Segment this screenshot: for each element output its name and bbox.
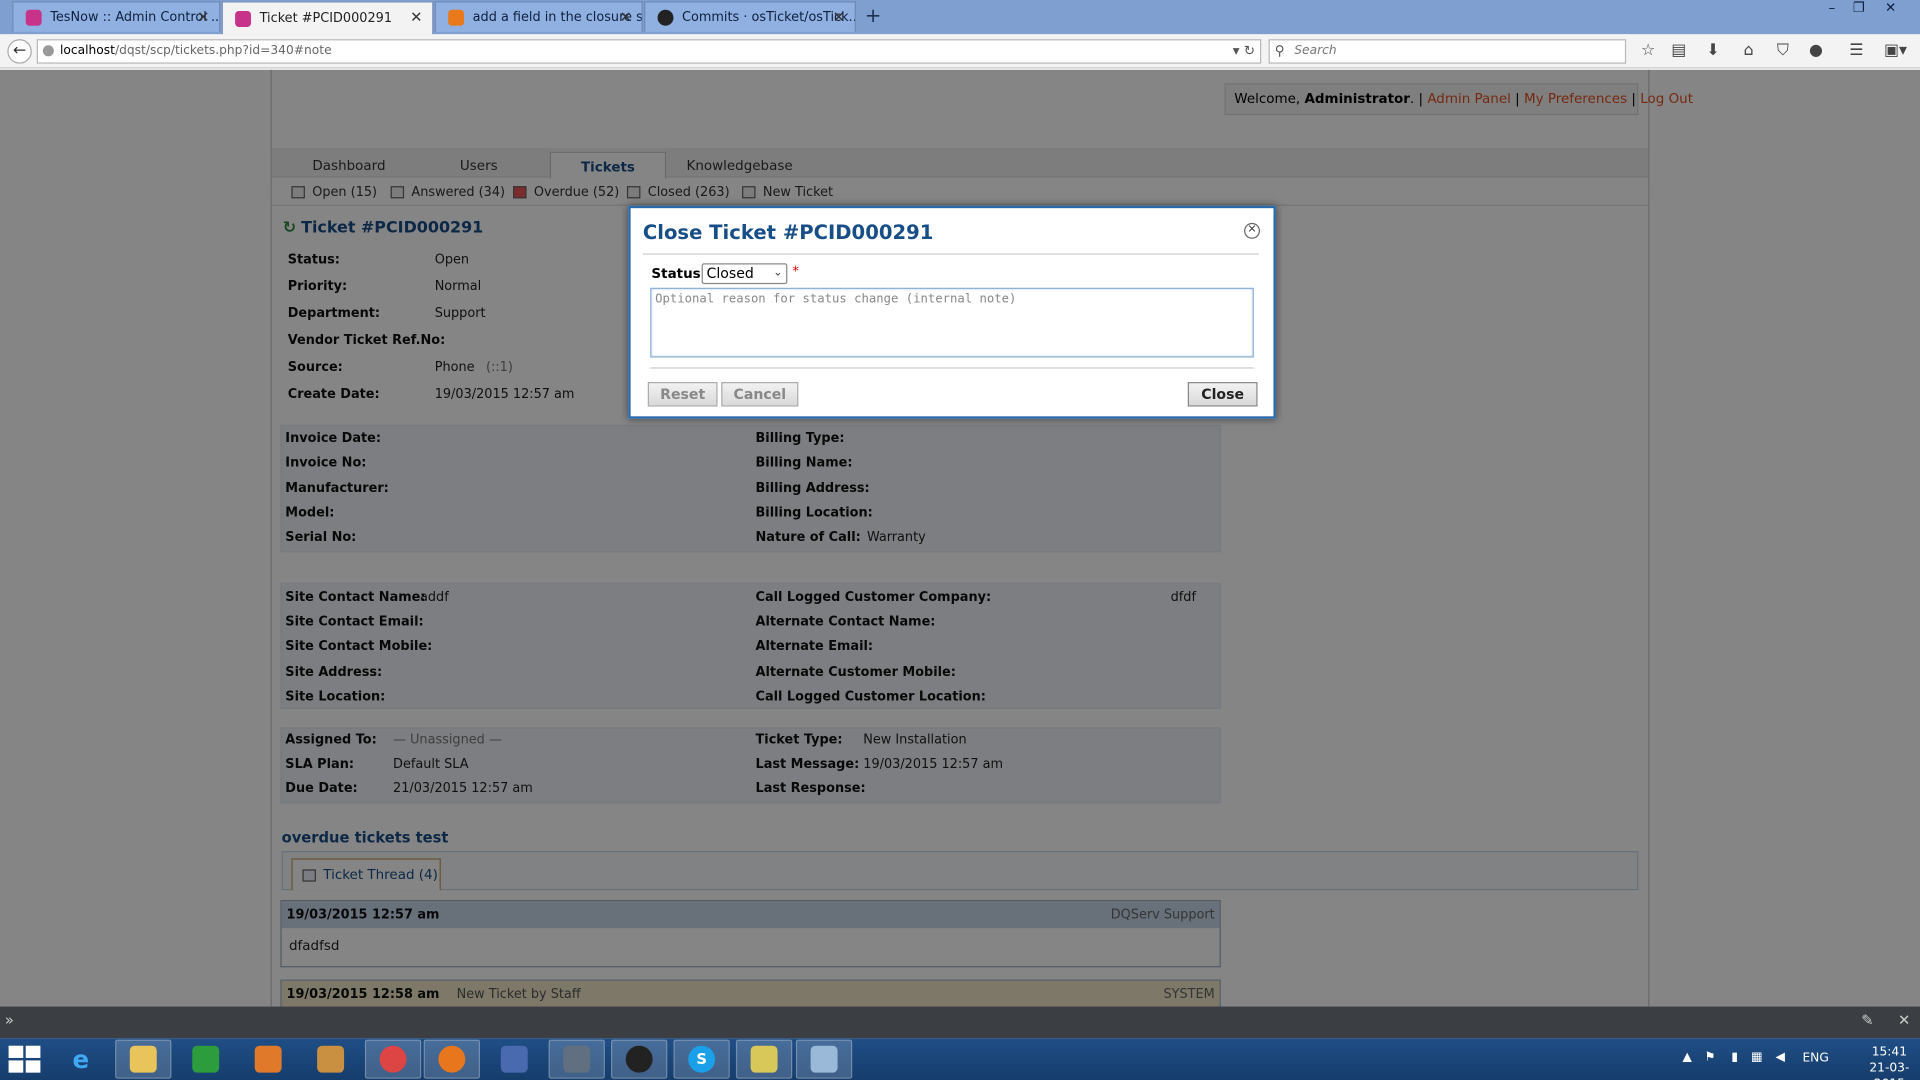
minimize-icon[interactable]: – <box>1820 0 1844 16</box>
search-icon: ⚲ <box>1274 42 1285 59</box>
globe-icon <box>42 45 54 57</box>
tab-title: Commits · osTicket/osTick... <box>682 9 855 25</box>
app-icon[interactable] <box>240 1040 296 1079</box>
back-arrow-icon[interactable]: ← <box>7 39 32 64</box>
close-tab-icon[interactable]: ✕ <box>620 9 632 26</box>
reload-icon[interactable]: ▾ ↻ <box>1233 40 1255 62</box>
divider <box>642 253 1259 255</box>
app-icon[interactable] <box>735 1039 793 1079</box>
clock-time: 15:41 <box>1871 1045 1908 1060</box>
flag-icon[interactable]: ⚑ <box>1704 1051 1715 1064</box>
close-tab-icon[interactable]: ✕ <box>833 9 845 26</box>
status-label: Status: <box>651 265 707 282</box>
volume-icon[interactable]: ◀ <box>1776 1051 1785 1064</box>
store-icon[interactable] <box>178 1040 234 1079</box>
dialog-close-icon[interactable]: ✕ <box>1244 222 1260 239</box>
github-icon <box>657 9 674 26</box>
tray-up-icon[interactable]: ▲ <box>1682 1051 1691 1064</box>
app-icon[interactable] <box>302 1040 358 1079</box>
cancel-button[interactable]: Cancel <box>721 382 799 407</box>
app-icon[interactable] <box>486 1040 542 1079</box>
clock-date: 21-03-2015 <box>1869 1061 1910 1080</box>
wrench-icon[interactable]: ✎ <box>1861 1011 1873 1028</box>
close-tab-icon[interactable]: ✕ <box>410 9 422 26</box>
internal-note-textarea[interactable]: Optional reason for status change (inter… <box>650 287 1254 358</box>
close-button[interactable]: Close <box>1187 382 1258 407</box>
addon-bar: » ✎ ✕ <box>0 1006 1920 1039</box>
tab-favicon-icon <box>25 9 42 26</box>
url-bar[interactable]: localhost/dqst/scp/tickets.php?id=340#no… <box>36 39 1262 64</box>
note-placeholder: Optional reason for status change (inter… <box>655 292 1017 307</box>
chrome-icon[interactable] <box>364 1039 422 1079</box>
system-tray: ▲ ⚑ ▮ ▦ ◀ ENG 15:41 21-03-2015 <box>1678 1038 1920 1080</box>
chevron-down-icon: ⌄ <box>773 266 783 280</box>
reading-list-icon[interactable]: ▤ <box>1668 40 1690 62</box>
skype-icon[interactable]: S <box>673 1039 730 1079</box>
divider <box>650 367 1254 369</box>
tab-title: TesNow :: Admin Control ... <box>50 9 220 25</box>
home-icon[interactable]: ⌂ <box>1738 40 1760 62</box>
tab-title: add a field in the closure st... <box>472 9 642 25</box>
bookmark-star-icon[interactable]: ☆ <box>1637 40 1659 62</box>
menu-icon[interactable]: ☰ <box>1845 40 1867 62</box>
windows-taskbar: e S <box>0 1038 1920 1080</box>
browser-tab-github[interactable]: Commits · osTicket/osTick... ✕ <box>644 1 856 32</box>
tab-favicon-icon <box>235 10 252 27</box>
browser-tab-tesnow[interactable]: TesNow :: Admin Control ... ✕ <box>12 1 221 32</box>
close-bar-icon[interactable]: ✕ <box>1898 1011 1910 1028</box>
status-selected-value: Closed <box>706 264 754 282</box>
language-indicator[interactable]: ENG <box>1802 1052 1828 1065</box>
file-explorer-icon[interactable] <box>115 1039 172 1079</box>
shield-icon[interactable]: ⛉ <box>1772 40 1794 62</box>
tab-favicon-icon <box>448 9 465 26</box>
close-ticket-dialog: Close Ticket #PCID000291 ✕ Status: Close… <box>628 205 1276 419</box>
maximize-icon[interactable]: ❐ <box>1847 0 1871 16</box>
expand-icon[interactable]: » <box>5 1011 14 1028</box>
app-icon[interactable] <box>548 1039 605 1079</box>
clock[interactable]: 15:41 21-03-2015 <box>1859 1044 1920 1080</box>
browser-tab-forum[interactable]: add a field in the closure st... ✕ <box>434 1 643 32</box>
reset-button[interactable]: Reset <box>647 382 718 407</box>
search-input[interactable]: ⚲ Search <box>1268 39 1627 64</box>
tab-title: Ticket #PCID000291 <box>259 11 393 26</box>
status-select[interactable]: Closed ⌄ <box>701 263 788 285</box>
close-tab-icon[interactable]: ✕ <box>197 9 209 26</box>
network-icon[interactable]: ▦ <box>1751 1051 1763 1064</box>
required-mark: * <box>792 263 799 280</box>
search-placeholder: Search <box>1294 44 1337 58</box>
dialog-title: Close Ticket #PCID000291 <box>642 220 934 244</box>
extension-icon[interactable]: ▣▾ <box>1880 40 1912 62</box>
chat-icon[interactable]: ● <box>1805 40 1827 62</box>
window-close-icon[interactable]: ✕ <box>1878 0 1902 16</box>
paint-icon[interactable] <box>795 1039 853 1079</box>
browser-nav-bar: ← localhost/dqst/scp/tickets.php?id=340#… <box>0 34 1920 69</box>
firefox-icon[interactable] <box>423 1039 480 1079</box>
browser-tab-ticket[interactable]: Ticket #PCID000291 ✕ <box>221 1 434 35</box>
url-path: /dqst/scp/tickets.php?id=340#note <box>114 44 332 58</box>
browser-tab-bar: TesNow :: Admin Control ... ✕ Ticket #PC… <box>0 0 1920 35</box>
internet-explorer-icon[interactable]: e <box>53 1040 109 1079</box>
download-icon[interactable]: ⬇ <box>1702 40 1724 62</box>
windows-start-icon[interactable] <box>5 1042 42 1076</box>
url-domain: localhost <box>60 44 115 58</box>
app-icon[interactable] <box>611 1039 668 1079</box>
battery-icon[interactable]: ▮ <box>1731 1051 1738 1064</box>
new-tab-button[interactable]: + <box>862 4 884 27</box>
